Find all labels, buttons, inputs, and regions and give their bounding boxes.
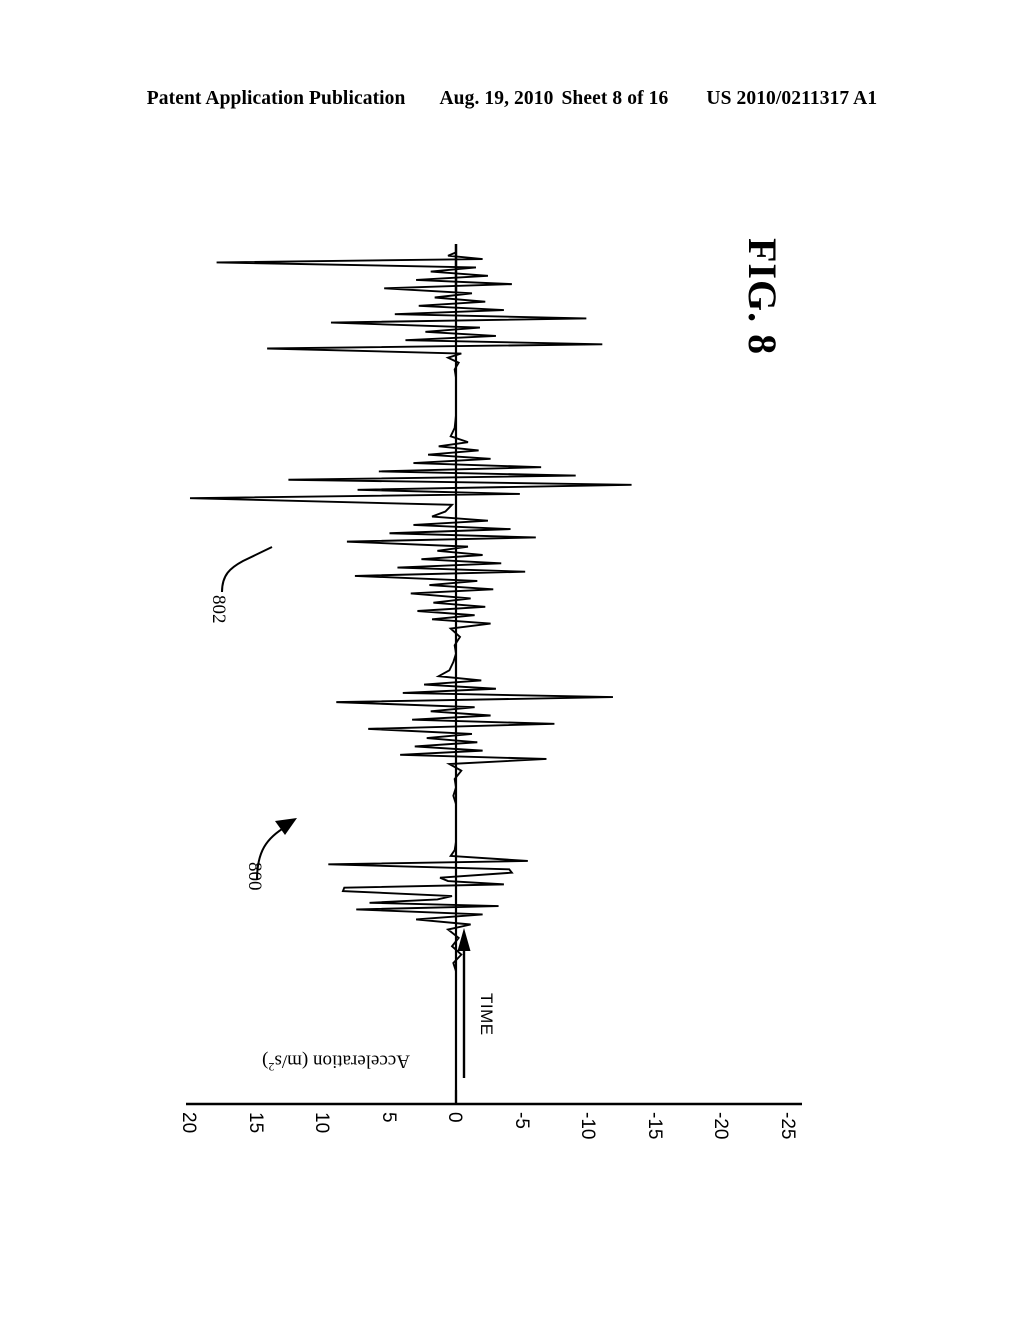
acceleration-tick-label: -20 [710, 1112, 731, 1140]
acceleration-tick-label: 20 [178, 1112, 199, 1134]
acceleration-tick-label: 0 [444, 1112, 465, 1123]
reference-numeral-800: 800 [244, 862, 265, 891]
reference-numeral-802: 802 [208, 595, 229, 624]
acceleration-tick-label: -10 [577, 1112, 598, 1140]
reference-leader-802 [221, 546, 273, 593]
acceleration-axis-title: Acceleration (m/s2) [262, 1050, 410, 1074]
time-direction-arrow [457, 928, 471, 1078]
acceleration-tick-label: 15 [244, 1112, 266, 1134]
time-axis-label: TIME [477, 993, 496, 1036]
acceleration-waveform-trace [189, 244, 632, 1080]
acceleration-tick-label: 5 [377, 1112, 399, 1123]
acceleration-tick-label: -15 [643, 1112, 665, 1140]
acceleration-tick-label: 10 [311, 1112, 332, 1134]
acceleration-tick-label: -25 [776, 1112, 798, 1140]
figure-8: FIG. 8 Acceleration (m/s2) TIME 800 802 … [0, 0, 1024, 1320]
acceleration-tick-label: -5 [510, 1112, 532, 1129]
figure-label: FIG. 8 [740, 238, 785, 356]
